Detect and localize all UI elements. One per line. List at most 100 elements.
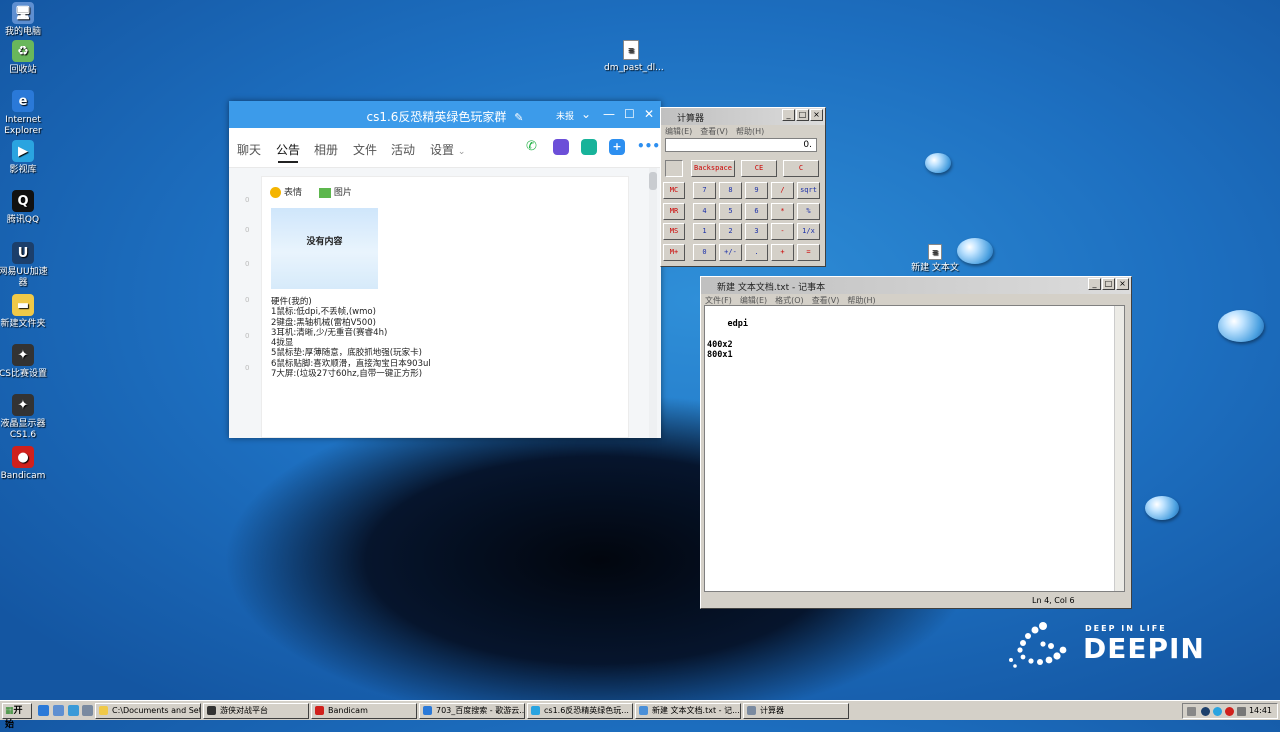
desktop-icon[interactable]: U 网易UU加速器: [0, 242, 50, 289]
quick-launch-icon[interactable]: [68, 705, 79, 716]
calculator-key[interactable]: %: [797, 202, 820, 220]
calculator-key[interactable]: 1/x: [797, 223, 820, 240]
more-icon[interactable]: •••: [637, 139, 660, 155]
taskbar-button[interactable]: cs1.6反恐精英绿色玩...: [527, 703, 633, 719]
close-button[interactable]: ×: [1116, 278, 1129, 290]
calculator-key[interactable]: MC: [663, 182, 685, 199]
calculator-key[interactable]: 7: [693, 182, 716, 199]
calculator-key[interactable]: =: [797, 243, 820, 261]
taskbar-button[interactable]: C:\Documents and Settin...: [95, 703, 201, 719]
desktop-icon[interactable]: ♻ 回收站: [0, 40, 50, 76]
minimize-icon[interactable]: —: [603, 107, 615, 121]
desktop-icon[interactable]: ▶ 影视库: [0, 140, 50, 176]
calculator-key[interactable]: *: [771, 202, 794, 220]
taskbar-button[interactable]: 游侠对战平台: [203, 703, 309, 719]
scrollbar[interactable]: [649, 168, 657, 438]
calculator-key[interactable]: -: [771, 223, 794, 240]
edit-pencil-icon[interactable]: ✎: [514, 111, 523, 124]
calculator-key[interactable]: MR: [663, 202, 685, 220]
calculator-key[interactable]: +: [771, 243, 794, 261]
tab-album[interactable]: 相册: [314, 141, 338, 158]
taskbar-button[interactable]: Bandicam: [311, 703, 417, 719]
tray-bandicam-icon[interactable]: [1225, 707, 1234, 716]
calculator-key[interactable]: 8: [719, 182, 742, 199]
close-button[interactable]: ×: [810, 109, 823, 121]
emoji-button[interactable]: 表情: [284, 188, 302, 198]
desktop-icon[interactable]: Q 腾讯QQ: [0, 190, 50, 226]
menu-item[interactable]: 帮助(H): [736, 127, 764, 136]
tray-app-icon[interactable]: [1201, 707, 1210, 716]
calculator-key[interactable]: /: [771, 182, 794, 199]
tray-volume-icon[interactable]: [1237, 707, 1246, 716]
add-icon[interactable]: +: [609, 139, 625, 155]
calculator-key[interactable]: Backspace: [691, 160, 735, 177]
video-call-icon[interactable]: [553, 139, 569, 155]
desktop-icon[interactable]: 🖥 我的电脑: [0, 2, 50, 38]
calculator-key[interactable]: 2: [719, 223, 742, 240]
announcement-text[interactable]: 硬件(我的) 1鼠标:低dpi,不丢帧,(wmo) 2键盘:黑轴机械(雷柏V500)…: [271, 297, 431, 379]
calculator-key[interactable]: sqrt: [797, 182, 820, 199]
desktop-file-icon[interactable]: ≡ 新建 文本文: [908, 244, 962, 274]
maximize-button[interactable]: □: [796, 109, 809, 121]
tab-announcement[interactable]: 公告: [276, 141, 300, 163]
tab-files[interactable]: 文件: [353, 141, 377, 158]
qq-title-bar[interactable]: cs1.6反恐精英绿色玩家群 ✎ 未报 ⌄ — ☐ ✕: [229, 101, 661, 128]
calculator-key[interactable]: MS: [663, 223, 685, 240]
calculator-key[interactable]: C: [783, 160, 819, 177]
image-placeholder[interactable]: 没有内容: [271, 208, 378, 289]
calculator-key[interactable]: 3: [745, 223, 768, 240]
chevron-down-icon[interactable]: ⌄: [581, 107, 591, 121]
desktop-icon[interactable]: e Internet Explorer: [0, 90, 50, 137]
calculator-key[interactable]: 4: [693, 202, 716, 220]
tab-activity[interactable]: 活动: [391, 141, 415, 158]
desktop-icon[interactable]: ● Bandicam: [0, 446, 50, 482]
emoji-icon[interactable]: [270, 187, 281, 198]
menu-item[interactable]: 查看(V): [700, 127, 728, 136]
tray-app-icon[interactable]: [1213, 707, 1222, 716]
taskbar-button[interactable]: 703_百度搜索 - 歌游云...: [419, 703, 525, 719]
notepad-title-bar[interactable]: 新建 文本文档.txt - 记事本 _ □ ×: [701, 277, 1131, 294]
quick-launch-icon[interactable]: [53, 705, 64, 716]
tab-chat[interactable]: 聊天: [237, 141, 261, 158]
qq-title-extra[interactable]: 未报: [556, 109, 574, 122]
minimize-button[interactable]: _: [782, 109, 795, 121]
menu-item[interactable]: 编辑(E): [740, 296, 767, 305]
quick-launch-icon[interactable]: [82, 705, 93, 716]
tab-settings[interactable]: 设置 ⌄: [430, 141, 465, 158]
calculator-key[interactable]: 9: [745, 182, 768, 199]
desktop-file-icon[interactable]: ≡ dm_past_dl...: [604, 40, 664, 74]
start-button[interactable]: ▦开始: [2, 703, 32, 730]
maximize-icon[interactable]: ☐: [624, 107, 635, 121]
calculator-key[interactable]: 5: [719, 202, 742, 220]
scrollbar-thumb[interactable]: [649, 172, 657, 190]
close-icon[interactable]: ✕: [644, 107, 654, 121]
desktop-icon[interactable]: ✦ 液晶显示器CS1.6: [0, 394, 50, 441]
desktop-icon[interactable]: ✦ CS比赛设置: [0, 344, 50, 380]
maximize-button[interactable]: □: [1102, 278, 1115, 290]
desktop-icon[interactable]: ▬ 新建文件夹: [0, 294, 50, 330]
vertical-scrollbar[interactable]: [1114, 306, 1124, 591]
clock[interactable]: 14:41: [1249, 706, 1272, 715]
image-icon[interactable]: [318, 187, 331, 198]
image-button[interactable]: 图片: [334, 188, 352, 198]
taskbar-button[interactable]: 新建 文本文档.txt - 记...: [635, 703, 741, 719]
calculator-title-bar[interactable]: 计算器 _ □ ×: [661, 108, 825, 125]
menu-item[interactable]: 编辑(E): [665, 127, 692, 136]
calculator-key[interactable]: CE: [741, 160, 777, 177]
calculator-key[interactable]: M+: [663, 243, 685, 261]
menu-item[interactable]: 查看(V): [812, 296, 840, 305]
calculator-key[interactable]: .: [745, 243, 768, 261]
calculator-key[interactable]: +/-: [719, 243, 742, 261]
minimize-button[interactable]: _: [1088, 278, 1101, 290]
menu-item[interactable]: 格式(O): [775, 296, 804, 305]
menu-item[interactable]: 文件(F): [705, 296, 732, 305]
phone-icon[interactable]: ✆: [526, 139, 542, 155]
notepad-text-area[interactable]: edpi 400x2 800x1: [704, 305, 1125, 592]
calculator-key[interactable]: 0: [693, 243, 716, 261]
calculator-key[interactable]: 1: [693, 223, 716, 240]
calculator-key[interactable]: 6: [745, 202, 768, 220]
taskbar-button[interactable]: 计算器: [743, 703, 849, 719]
quick-launch-icon[interactable]: [38, 705, 49, 716]
app-icon[interactable]: [581, 139, 597, 155]
menu-item[interactable]: 帮助(H): [847, 296, 875, 305]
